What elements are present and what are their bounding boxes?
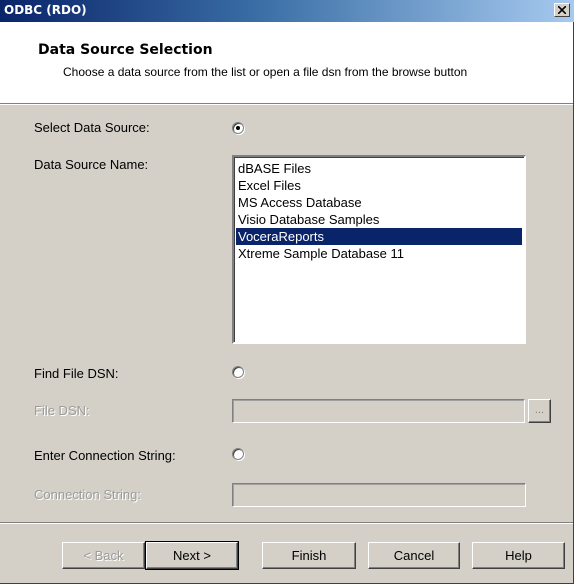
select-data-source-label: Select Data Source:	[34, 120, 150, 135]
finish-button[interactable]: Finish	[262, 542, 356, 569]
file-dsn-field[interactable]	[232, 399, 525, 423]
back-button[interactable]: < Back	[62, 542, 145, 569]
header-panel: Data Source Selection Choose a data sour…	[0, 22, 573, 104]
page-description: Choose a data source from the list or op…	[63, 65, 468, 79]
close-icon	[558, 6, 566, 14]
find-file-dsn-radio[interactable]	[232, 366, 244, 378]
browse-button[interactable]: ...	[528, 399, 551, 423]
list-item[interactable]: MS Access Database	[236, 194, 522, 211]
title-bar: ODBC (RDO)	[0, 0, 574, 22]
header-separator	[0, 104, 573, 105]
next-button[interactable]: Next >	[145, 541, 239, 570]
list-item[interactable]: Xtreme Sample Database 11	[236, 245, 522, 262]
select-data-source-radio[interactable]	[232, 122, 244, 134]
list-item[interactable]: Visio Database Samples	[236, 211, 522, 228]
connection-string-label: Connection String:	[34, 487, 141, 502]
find-file-dsn-label: Find File DSN:	[34, 366, 119, 381]
data-source-listbox[interactable]: dBASE Files Excel Files MS Access Databa…	[232, 155, 526, 344]
list-item-selected[interactable]: VoceraReports	[236, 228, 522, 245]
list-item[interactable]: dBASE Files	[236, 160, 522, 177]
page-title: Data Source Selection	[38, 42, 213, 58]
help-button[interactable]: Help	[472, 542, 565, 569]
close-button[interactable]	[554, 3, 570, 17]
file-dsn-label: File DSN:	[34, 403, 90, 418]
window-title: ODBC (RDO)	[4, 3, 87, 17]
list-item[interactable]: Excel Files	[236, 177, 522, 194]
button-bar-separator	[0, 522, 573, 524]
cancel-button[interactable]: Cancel	[368, 542, 460, 569]
odbc-dialog: ODBC (RDO) Data Source Selection Choose …	[0, 0, 574, 584]
connection-string-field[interactable]	[232, 483, 526, 507]
data-source-name-label: Data Source Name:	[34, 157, 149, 172]
enter-connection-string-label: Enter Connection String:	[34, 448, 176, 463]
radio-checked-dot	[236, 126, 240, 130]
enter-connection-string-radio[interactable]	[232, 448, 244, 460]
